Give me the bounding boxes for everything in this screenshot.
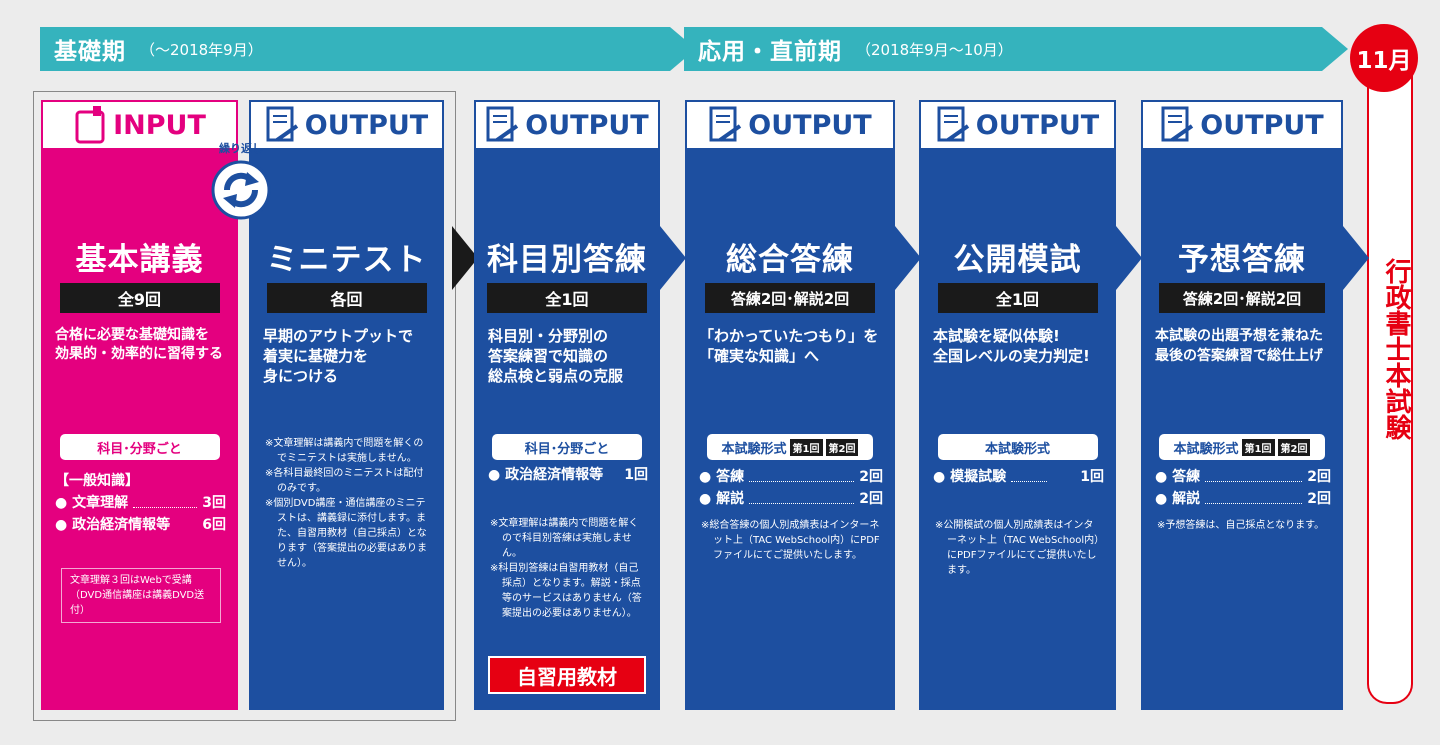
- arrow-right-icon: [895, 226, 921, 290]
- column-description: 本試験の出題予想を兼ねた 最後の答案練習で総仕上げ: [1155, 328, 1323, 364]
- note-list: ※文章理解は講義内で問題を解くので科目別答練は実施しません。 ※科目別答練は自習…: [490, 518, 642, 619]
- repeat-icon: [211, 160, 271, 220]
- category-pill: 本試験形式 第1回 第2回: [707, 434, 873, 460]
- column-header: OUTPUT: [474, 100, 660, 150]
- column-subject-drill: OUTPUT 科目別答練 全1回 科目別・分野別の 答案練習で知識の 総点検と弱…: [474, 100, 660, 710]
- phase-title: 応用・直前期: [698, 39, 842, 65]
- category-pill: 科目･分野ごと: [59, 434, 220, 460]
- list-item: ● 政治経済情報等 1回: [488, 467, 648, 483]
- column-title: ミニテスト: [266, 242, 427, 278]
- document-pen-icon: [709, 106, 742, 142]
- category-pill: 本試験形式 第1回 第2回: [1159, 434, 1325, 460]
- column-mini-test: OUTPUT ミニテスト 各回 早期のアウトプットで 着実に基礎力を 身につける…: [249, 100, 444, 710]
- count-badge: 全1回: [937, 283, 1098, 313]
- list-item: ● 文章理解 3回: [55, 495, 226, 511]
- column-description: 本試験を疑似体験! 全国レベルの実力判定!: [933, 327, 1090, 365]
- column-header: OUTPUT: [685, 100, 895, 150]
- count-badge: 答練2回･解説2回: [1159, 283, 1325, 313]
- exam-label: 行政書士本試験: [1381, 258, 1411, 440]
- self-study-badge: 自習用教材: [488, 656, 646, 694]
- repeat-marker: 繰り返し: [208, 140, 274, 224]
- header-label: OUTPUT: [304, 109, 429, 141]
- item-list: ● 模擬試験 1回: [933, 466, 1104, 488]
- round-tag: 第1回: [789, 438, 823, 456]
- column-description: 合格に必要な基礎知識を 効果的・効率的に習得する: [55, 327, 223, 362]
- month-badge: 11月: [1350, 24, 1418, 92]
- phase-period: （〜2018年9月）: [140, 40, 263, 59]
- subhead: 【一般知識】: [55, 473, 139, 489]
- note-list: ※総合答練の個人別成績表はインターネット上（TAC WebSchool内）にPD…: [701, 520, 880, 561]
- document-pen-icon: [937, 106, 969, 142]
- column-header: OUTPUT: [919, 100, 1116, 150]
- phase-bar-advanced: 応用・直前期 （2018年9月〜10月）: [684, 27, 1348, 71]
- column-header: OUTPUT: [1141, 100, 1343, 150]
- column-title: 総合答練: [726, 242, 854, 278]
- note-list: ※予想答練は、自己採点となります。: [1157, 520, 1325, 531]
- arrow-right-icon: [660, 226, 686, 290]
- count-badge: 各回: [266, 283, 427, 313]
- item-list: ● 答練 2回 ● 解説 2回: [699, 466, 883, 510]
- item-list: 【一般知識】 ● 文章理解 3回 ● 政治経済情報等 6回: [55, 470, 226, 536]
- column-title: 科目別答練: [487, 242, 647, 278]
- column-description: 科目別・分野別の 答案練習で知識の 総点検と弱点の克服: [488, 327, 624, 385]
- list-item: ● 解説 2回: [1155, 491, 1331, 507]
- column-description: 「わかっていたつもり」を 「確実な知識」へ: [699, 327, 879, 365]
- header-label: OUTPUT: [1200, 109, 1324, 141]
- phase-bar-basic: 基礎期 （〜2018年9月）: [40, 27, 696, 71]
- category-pill: 本試験形式: [937, 434, 1098, 460]
- column-mock-exam: OUTPUT 公開模試 全1回 本試験を疑似体験! 全国レベルの実力判定! 本試…: [919, 100, 1116, 710]
- column-comprehensive-drill: OUTPUT 総合答練 答練2回･解説2回 「わかっていたつもり」を 「確実な知…: [685, 100, 895, 710]
- phase-title: 基礎期: [54, 39, 126, 65]
- list-item: ● 答練 2回: [1155, 469, 1331, 485]
- column-title: 公開模試: [953, 242, 1082, 278]
- repeat-label: 繰り返し: [219, 142, 263, 155]
- count-badge: 全9回: [59, 283, 220, 313]
- column-header: OUTPUT: [249, 100, 444, 150]
- note-list: ※文章理解は講義内で問題を解くのでミニテストは実施しません。 ※各科目最終回のミ…: [265, 438, 427, 569]
- item-list: ● 答練 2回 ● 解説 2回: [1155, 466, 1331, 510]
- round-tag: 第2回: [825, 438, 859, 456]
- document-pen-icon: [266, 106, 298, 142]
- list-item: ● 政治経済情報等 6回: [55, 517, 226, 533]
- document-pen-icon: [486, 106, 519, 142]
- header-label: OUTPUT: [975, 109, 1100, 141]
- count-badge: 全1回: [487, 283, 647, 313]
- arrow-right-icon: [1116, 226, 1142, 290]
- round-tag: 第2回: [1277, 438, 1311, 456]
- note-box: 文章理解３回はWebで受講（DVD通信講座は講義DVD送付）: [61, 568, 221, 623]
- list-item: ● 模擬試験 1回: [933, 469, 1104, 485]
- arrow-right-icon: [1343, 226, 1369, 290]
- column-title: 予想答練: [1178, 242, 1306, 278]
- phase-period: （2018年9月〜10月）: [856, 40, 1013, 59]
- column-description: 早期のアウトプットで 着実に基礎力を 身につける: [263, 327, 414, 385]
- count-badge: 答練2回･解説2回: [705, 283, 875, 313]
- note-list: ※公開模試の個人別成績表はインターネット上（TAC WebSchool内）にPD…: [935, 520, 1100, 576]
- column-title: 基本講義: [75, 242, 204, 278]
- document-pen-icon: [1161, 106, 1194, 142]
- notebook-icon: [75, 106, 105, 144]
- category-pill: 科目･分野ごと: [492, 434, 642, 460]
- header-label: OUTPUT: [525, 109, 649, 141]
- item-list: ● 政治経済情報等 1回: [488, 464, 648, 486]
- exam-column: 行政書士本試験: [1367, 58, 1413, 704]
- column-prediction-drill: OUTPUT 予想答練 答練2回･解説2回 本試験の出題予想を兼ねた 最後の答案…: [1141, 100, 1343, 710]
- list-item: ● 答練 2回: [699, 469, 883, 485]
- header-label: INPUT: [113, 109, 206, 141]
- list-item: ● 解説 2回: [699, 491, 883, 507]
- header-label: OUTPUT: [748, 109, 872, 141]
- round-tag: 第1回: [1241, 438, 1275, 456]
